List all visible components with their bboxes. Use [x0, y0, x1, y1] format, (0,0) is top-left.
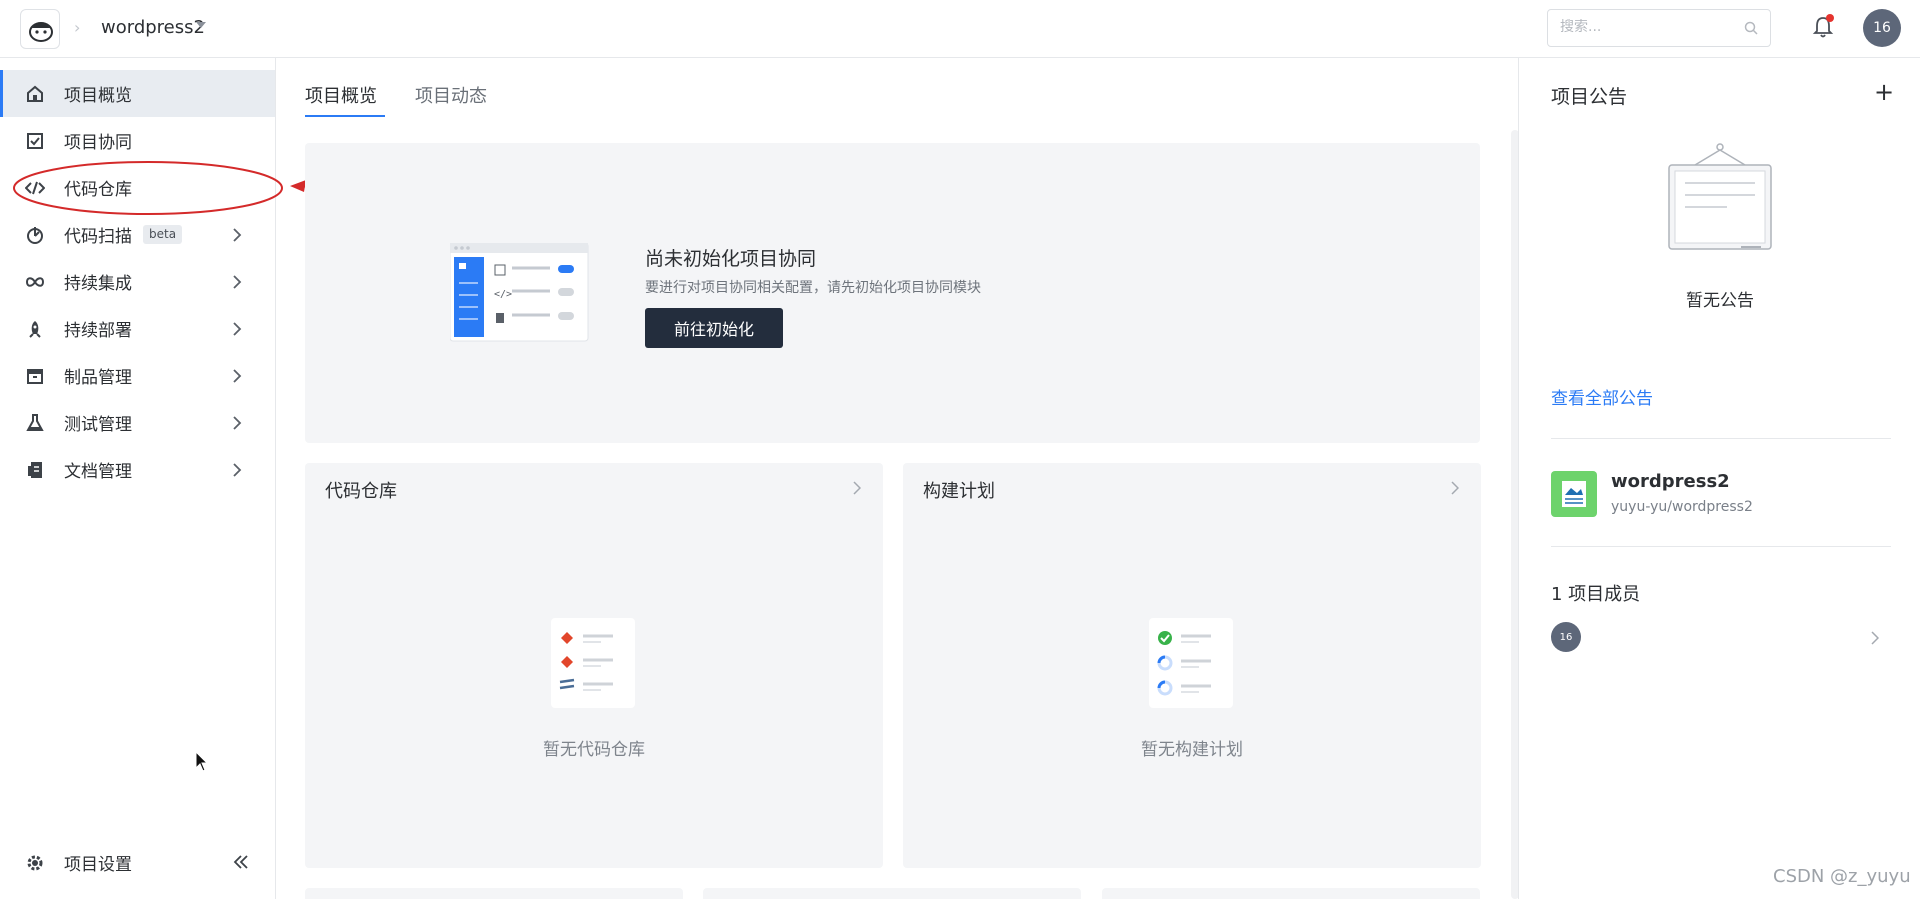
view-all-announcements-link[interactable]: 查看全部公告	[1551, 384, 1653, 409]
chevron-right-icon[interactable]	[1451, 481, 1459, 495]
noticeboard-icon	[1668, 143, 1772, 250]
add-announcement-button[interactable]: +	[1874, 80, 1894, 104]
card-partial	[703, 888, 1081, 899]
repo-illustration-icon	[551, 618, 635, 708]
sidebar-item-artifacts[interactable]: 制品管理	[0, 352, 275, 399]
box-icon	[27, 369, 43, 384]
home-icon	[27, 85, 43, 102]
card-partial	[305, 888, 683, 899]
build-illustration-icon	[1149, 618, 1233, 708]
mouse-cursor-icon	[195, 751, 209, 772]
sidebar-item-label: 制品管理	[64, 368, 132, 388]
sidebar-item-label: 文档管理	[64, 462, 132, 482]
top-header: › wordpress2 16	[0, 0, 1920, 58]
infinity-icon	[25, 277, 45, 287]
user-avatar[interactable]: 16	[1863, 9, 1901, 47]
divider	[1551, 546, 1891, 547]
sidebar-item-label: 项目协同	[64, 133, 132, 153]
sidebar-item-testing[interactable]: 测试管理	[0, 399, 275, 446]
divider	[1551, 438, 1891, 439]
search-icon[interactable]	[1744, 21, 1758, 35]
chevron-right-icon[interactable]	[232, 321, 242, 337]
code-icon	[25, 181, 45, 195]
repo-image-icon	[1562, 481, 1586, 507]
document-icon	[28, 462, 42, 478]
sidebar-item-label: 代码仓库	[64, 180, 132, 200]
members-title: 1 项目成员	[1551, 584, 1641, 605]
search-box[interactable]	[1547, 9, 1771, 47]
go-initialize-button[interactable]: 前往初始化	[645, 308, 783, 348]
sidebar: 项目概览 项目协同 代码仓库 代码扫描 beta 持续集成 持续部署 制品管理 …	[0, 58, 276, 899]
watermark: CSDN @z_yuyu	[1773, 866, 1911, 887]
sidebar-item-overview[interactable]: 项目概览	[0, 70, 275, 117]
sidebar-item-label: 代码扫描	[64, 227, 132, 247]
sidebar-item-code-scan[interactable]: 代码扫描 beta	[0, 211, 275, 258]
chevron-right-icon[interactable]	[853, 481, 861, 495]
init-title: 尚未初始化项目协同	[645, 248, 817, 270]
chevron-right-icon[interactable]	[232, 368, 242, 384]
empty-announcements-text: 暂无公告	[1686, 291, 1754, 311]
chevron-right-icon[interactable]	[232, 415, 242, 431]
svg-text:</>: </>	[494, 289, 512, 300]
collapse-sidebar-icon[interactable]	[232, 853, 250, 871]
sidebar-item-collaboration[interactable]: 项目协同	[0, 117, 275, 164]
repo-thumbnail[interactable]	[1551, 471, 1597, 517]
breadcrumb-separator: ›	[74, 18, 81, 37]
sidebar-item-label: 测试管理	[64, 415, 132, 435]
beta-badge: beta	[143, 225, 183, 244]
build-plan-card[interactable]: 构建计划 暂无构建计划	[903, 463, 1481, 868]
sidebar-item-settings[interactable]: 项目设置	[0, 839, 275, 886]
card-title: 构建计划	[923, 481, 995, 502]
sidebar-item-ci[interactable]: 持续集成	[0, 258, 275, 305]
sidebar-item-label: 项目概览	[64, 86, 132, 106]
tab-activity[interactable]: 项目动态	[415, 82, 487, 108]
card-partial	[1102, 888, 1480, 899]
announcements-title: 项目公告	[1551, 86, 1628, 108]
caret-down-icon[interactable]	[196, 22, 206, 28]
settings-label: 项目设置	[64, 855, 132, 875]
code-repo-card[interactable]: 代码仓库 暂无代码仓库	[305, 463, 883, 868]
scan-icon	[27, 227, 43, 244]
search-input[interactable]	[1560, 19, 1730, 35]
rocket-icon	[29, 321, 41, 338]
active-tab-indicator	[305, 115, 385, 117]
chevron-right-icon[interactable]	[1871, 631, 1879, 645]
flask-icon	[26, 414, 44, 431]
sidebar-item-label: 持续集成	[64, 274, 132, 294]
notification-dot	[1826, 14, 1834, 22]
tab-overview[interactable]: 项目概览	[305, 82, 377, 108]
sidebar-item-cd[interactable]: 持续部署	[0, 305, 275, 352]
gear-icon	[27, 855, 43, 871]
logo-icon	[29, 22, 53, 42]
collaboration-illustration-icon: </>	[450, 243, 589, 342]
checkbox-icon	[27, 133, 43, 149]
repo-name-link[interactable]: wordpress2	[1611, 471, 1730, 492]
right-panel: 项目公告 + 暂无公告 查看全部公告 wordpress2 yuyu-yu/wo…	[1518, 58, 1920, 899]
project-switcher[interactable]: wordpress2	[101, 17, 205, 38]
sidebar-item-label: 持续部署	[64, 321, 132, 341]
logo[interactable]	[20, 9, 60, 49]
empty-state-text: 暂无代码仓库	[543, 740, 645, 760]
member-avatar[interactable]: 16	[1551, 622, 1581, 652]
empty-state-text: 暂无构建计划	[1141, 740, 1243, 760]
repo-path: yuyu-yu/wordpress2	[1611, 499, 1753, 515]
chevron-right-icon[interactable]	[232, 227, 242, 243]
init-collaboration-panel: </> 尚未初始化项目协同 要进行对项目协同相关配置，请先初始化项目协同模块 前…	[305, 143, 1480, 443]
chevron-right-icon[interactable]	[232, 462, 242, 478]
init-subtitle: 要进行对项目协同相关配置，请先初始化项目协同模块	[645, 280, 981, 296]
card-title: 代码仓库	[325, 481, 397, 502]
sidebar-item-code-repo[interactable]: 代码仓库	[0, 164, 275, 211]
sidebar-item-docs[interactable]: 文档管理	[0, 446, 275, 493]
chevron-right-icon[interactable]	[232, 274, 242, 290]
